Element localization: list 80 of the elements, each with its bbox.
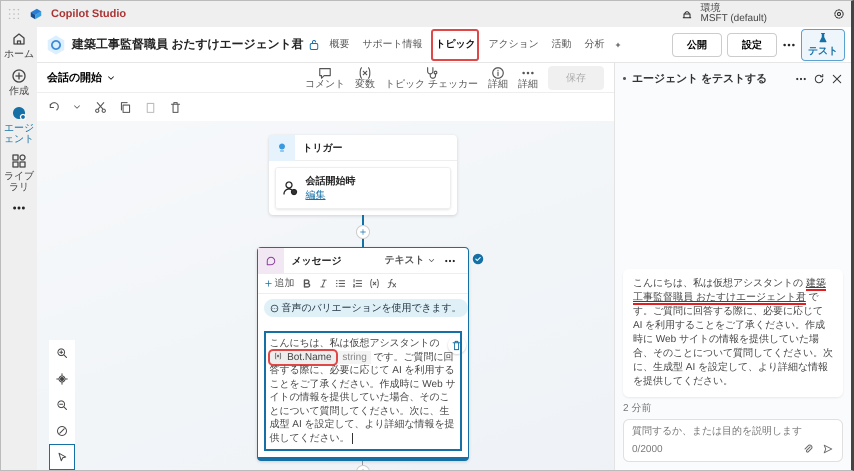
card-title: トリガー — [302, 142, 342, 154]
attach-icon[interactable] — [802, 443, 814, 455]
message-time: 2 分前 — [623, 402, 652, 415]
toolbar-button[interactable]: 変数 — [355, 66, 376, 90]
nav-item[interactable]: エージェント — [2, 105, 36, 145]
add-button[interactable]: 追加 — [264, 278, 294, 288]
message-editor[interactable]: こんにちは、私は仮想アシスタントの Bot.Name string です。ご質問に回答する際に、必要に応じて AI を利用することをご了承ください。作成時に Web サイトの情報を提供していた場合、そのことについて質問してください。次に、生成型 AI を設定して、より詳細な情報を提供してください。 — [264, 331, 462, 451]
pointer-icon — [56, 451, 68, 463]
person-icon — [282, 180, 298, 196]
nav-item[interactable]: 作成 — [2, 68, 36, 97]
plus-icon — [358, 228, 366, 236]
tab[interactable]: 概要 — [325, 28, 354, 60]
toolbar-button[interactable]: 詳細 — [488, 66, 508, 90]
environment-label: 環境 — [700, 4, 722, 14]
settings-icon[interactable] — [833, 8, 845, 20]
target-icon — [56, 373, 68, 385]
plus-circle-icon — [11, 68, 27, 84]
undo-icon[interactable] — [47, 100, 60, 114]
cut-icon[interactable] — [94, 100, 107, 114]
close-icon[interactable] — [831, 72, 843, 84]
variable-icon — [358, 66, 372, 80]
library-icon — [11, 153, 27, 169]
bullet-list-icon[interactable] — [334, 278, 346, 289]
stethoscope-icon — [424, 66, 439, 80]
chevron-down-icon — [426, 256, 436, 265]
variable-type: string — [338, 350, 371, 364]
toolbar-button[interactable]: トピック チェッカー — [385, 66, 478, 90]
italic-icon[interactable] — [318, 278, 328, 289]
chat-input[interactable]: 質問するか、または目的を説明します — [632, 426, 834, 437]
tab[interactable]: 活動 — [547, 28, 576, 60]
numbered-list-icon[interactable] — [352, 278, 362, 289]
delete-icon — [451, 340, 462, 350]
refresh-icon[interactable] — [813, 72, 825, 84]
tab[interactable]: トピック — [431, 28, 480, 60]
home-icon — [11, 31, 27, 47]
character-counter: 0/2000 — [632, 444, 664, 454]
delete-icon[interactable] — [169, 100, 182, 114]
info-icon — [491, 66, 505, 80]
agent-icon — [11, 105, 27, 121]
copy-icon[interactable] — [119, 100, 132, 114]
checkmark-icon — [472, 253, 484, 265]
add-node-button[interactable] — [356, 225, 370, 239]
tab[interactable]: アクション — [484, 28, 542, 60]
header-button[interactable]: 設定 — [727, 32, 777, 56]
send-icon[interactable] — [822, 443, 834, 455]
zoom-out-icon — [56, 399, 68, 411]
zoom-in-icon — [56, 347, 68, 359]
tab[interactable]: サポート情報 — [358, 28, 426, 60]
formula-icon[interactable] — [386, 278, 396, 289]
toolbar-button[interactable]: コメント — [305, 66, 346, 90]
topic-selector[interactable]: 会話の開始 — [47, 70, 116, 85]
chat-message: こんにちは、私は仮想アシスタントの 建築工事監督職員 おたすけエージェント君 です。ご質問に回答する際に、必要に応じて AI を利用することをご了承ください。作成時に Web サイトの情報を提供していた場合、そのことについて質問してください。次に、生成型 AI を設定して、より詳細な情報を提供してください。 — [623, 269, 843, 397]
variable-icon — [274, 352, 282, 360]
select-tool-button[interactable] — [49, 444, 75, 470]
compass-icon — [56, 425, 68, 437]
variable-chip[interactable]: Bot.Name — [270, 350, 336, 364]
agent-name: 建築工事監督職員 おたすけエージェント君 — [72, 36, 304, 53]
app-name: Copilot Studio — [51, 8, 126, 20]
environment-name[interactable]: MSFT (default) — [700, 14, 767, 24]
type-dropdown[interactable]: テキスト — [384, 256, 436, 266]
logo-icon — [29, 7, 43, 21]
panel-title: エージェント をテストする — [632, 72, 768, 86]
tab[interactable]: 分析 — [580, 28, 608, 60]
test-button[interactable]: テスト — [801, 28, 845, 60]
voice-icon — [270, 304, 278, 312]
variable-icon[interactable] — [368, 278, 380, 289]
trigger-event: 会話開始時 — [306, 174, 356, 188]
comment-icon — [318, 66, 332, 80]
edit-link[interactable]: 編集 — [306, 188, 356, 202]
badge-text: 音声のバリエーションを使用できます。 — [282, 302, 462, 315]
header-button[interactable]: 公開 — [672, 32, 722, 56]
nav-item[interactable]: ホーム — [2, 31, 36, 60]
trigger-card[interactable]: トリガー 会話開始時 編集 — [268, 135, 456, 215]
agent-icon — [45, 34, 67, 56]
flask-icon — [817, 32, 829, 44]
plus-icon — [264, 279, 272, 288]
nav-item[interactable]: ライブラリ — [2, 153, 36, 193]
card-title: メッセージ — [292, 254, 342, 268]
toolbar-button[interactable]: 詳細 — [518, 66, 538, 90]
message-icon — [264, 254, 276, 266]
